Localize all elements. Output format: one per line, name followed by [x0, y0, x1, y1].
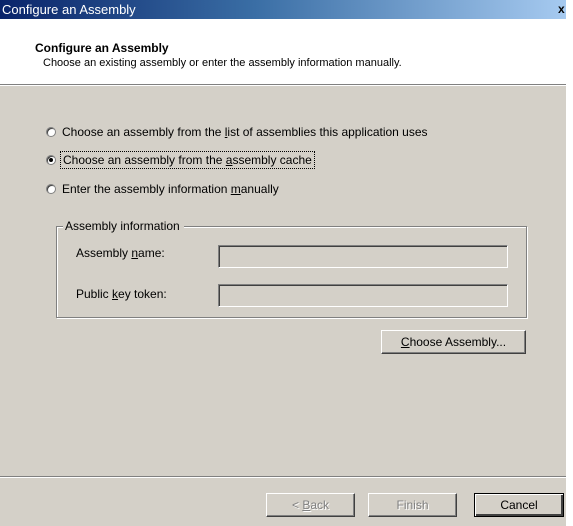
assembly-name-field[interactable]	[218, 245, 508, 268]
choose-assembly-button[interactable]: Choose Assembly...	[381, 330, 526, 354]
radio-label[interactable]: Enter the assembly information manually	[62, 182, 279, 196]
public-key-token-label: Public key token:	[76, 287, 167, 301]
radio-option-cache[interactable]: Choose an assembly from the assembly cac…	[46, 151, 315, 169]
radio-option-manual[interactable]: Enter the assembly information manually	[46, 181, 279, 197]
finish-button[interactable]: Finish	[368, 493, 457, 517]
title-bar[interactable]: Configure an Assembly x	[0, 0, 566, 19]
radio-label[interactable]: Choose an assembly from the assembly cac…	[60, 151, 315, 169]
header-divider	[0, 85, 566, 86]
radio-button[interactable]	[46, 127, 56, 137]
header-subtitle: Choose an existing assembly or enter the…	[43, 57, 402, 69]
dialog-window: Configure an Assembly x Configure an Ass…	[0, 0, 566, 526]
close-icon[interactable]: x	[558, 0, 570, 19]
radio-option-list[interactable]: Choose an assembly from the list of asse…	[46, 124, 428, 140]
header-title: Configure an Assembly	[35, 41, 169, 55]
radio-label[interactable]: Choose an assembly from the list of asse…	[62, 125, 428, 139]
assembly-name-label: Assembly name:	[76, 246, 165, 260]
radio-button-selected[interactable]	[46, 155, 56, 165]
back-button[interactable]: < Back	[266, 493, 355, 517]
window-title: Configure an Assembly	[2, 2, 136, 17]
footer-divider	[0, 476, 566, 478]
wizard-header: Configure an Assembly Choose an existing…	[0, 19, 566, 85]
groupbox-title: Assembly information	[63, 219, 184, 233]
public-key-token-field[interactable]	[218, 284, 508, 307]
radio-button[interactable]	[46, 184, 56, 194]
cancel-button[interactable]: Cancel	[474, 493, 564, 517]
